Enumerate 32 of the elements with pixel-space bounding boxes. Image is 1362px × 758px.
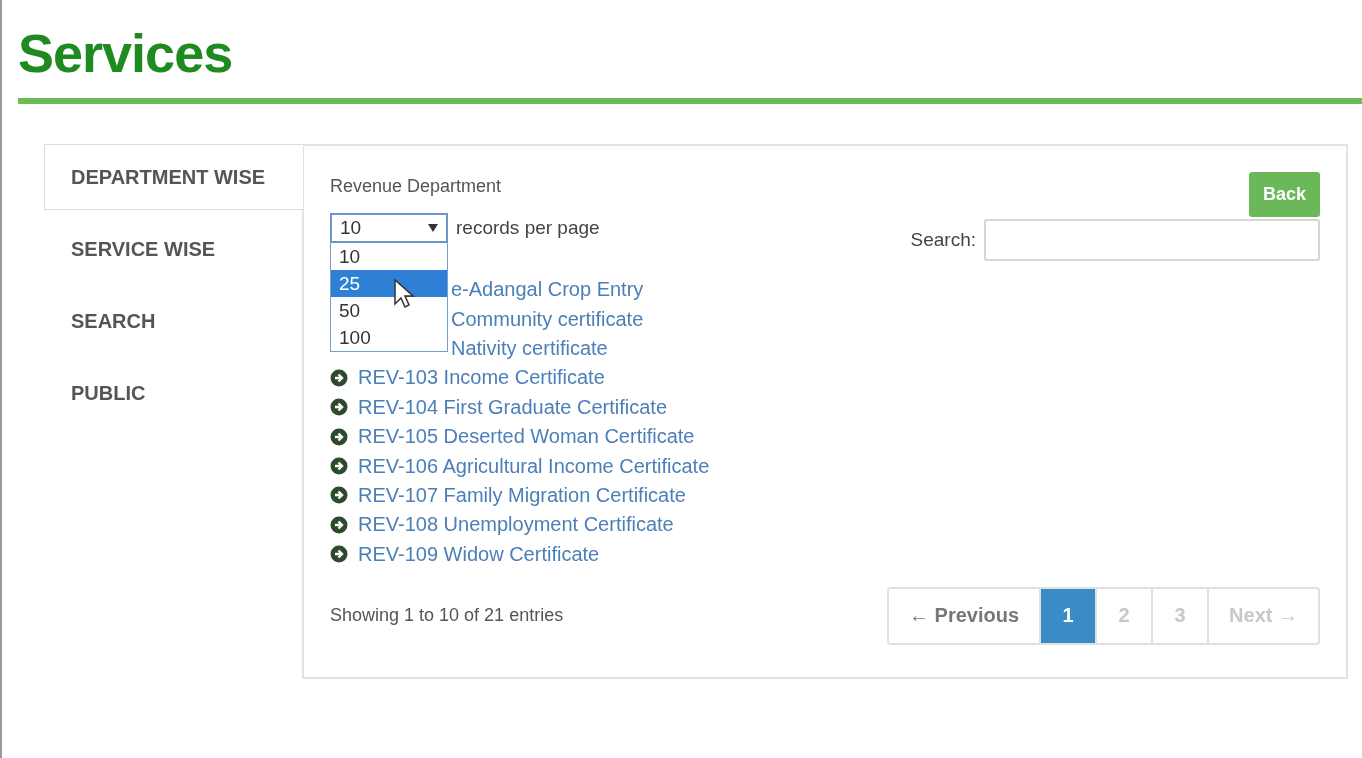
tab[interactable]: DEPARTMENT WISE	[44, 144, 303, 210]
records-label: records per page	[456, 217, 600, 239]
arrow-circle-icon	[330, 486, 348, 505]
caret-icon	[428, 224, 438, 232]
search-label: Search:	[910, 229, 976, 251]
pointer-cursor-icon	[394, 279, 416, 309]
arrow-circle-icon	[330, 457, 348, 476]
arrow-circle-icon	[330, 368, 348, 387]
service-link[interactable]: e-Adangal Crop Entry	[451, 278, 644, 302]
arrow-circle-icon	[330, 398, 348, 417]
service-link[interactable]: REV-106 Agricultural Income Certificate	[358, 454, 710, 478]
service-link[interactable]: REV-103 Income Certificate	[358, 366, 605, 390]
service-link[interactable]: REV-107 Family Migration Certificate	[358, 483, 686, 507]
service-link[interactable]: REV-108 Unemployment Certificate	[358, 513, 674, 537]
page-button[interactable]: 1	[1039, 588, 1096, 643]
service-link[interactable]: REV-104 First Graduate Certificate	[358, 395, 667, 419]
service-link[interactable]: REV-109 Widow Certificate	[358, 542, 600, 566]
page-title: Services	[18, 22, 234, 84]
service-link[interactable]: Nativity certificate	[451, 336, 608, 360]
tab[interactable]: SERVICE WISE	[44, 216, 302, 282]
search-field[interactable]	[984, 219, 1320, 261]
back-button[interactable]: Back	[1248, 172, 1320, 217]
arrow-circle-icon	[330, 545, 348, 564]
arrow-circle-icon	[330, 515, 348, 534]
service-link[interactable]: REV-105 Deserted Woman Certificate	[358, 425, 695, 449]
arrow-circle-icon	[330, 427, 348, 446]
department-title: Revenue Department	[330, 176, 503, 197]
entries-info: Showing 1 to 10 of 21 entries	[330, 605, 564, 627]
tab[interactable]: SEARCH	[44, 288, 302, 354]
service-link[interactable]: Community certificate	[451, 307, 644, 331]
tab[interactable]: PUBLIC	[44, 360, 302, 426]
page-size-select[interactable]: 10	[330, 213, 448, 243]
